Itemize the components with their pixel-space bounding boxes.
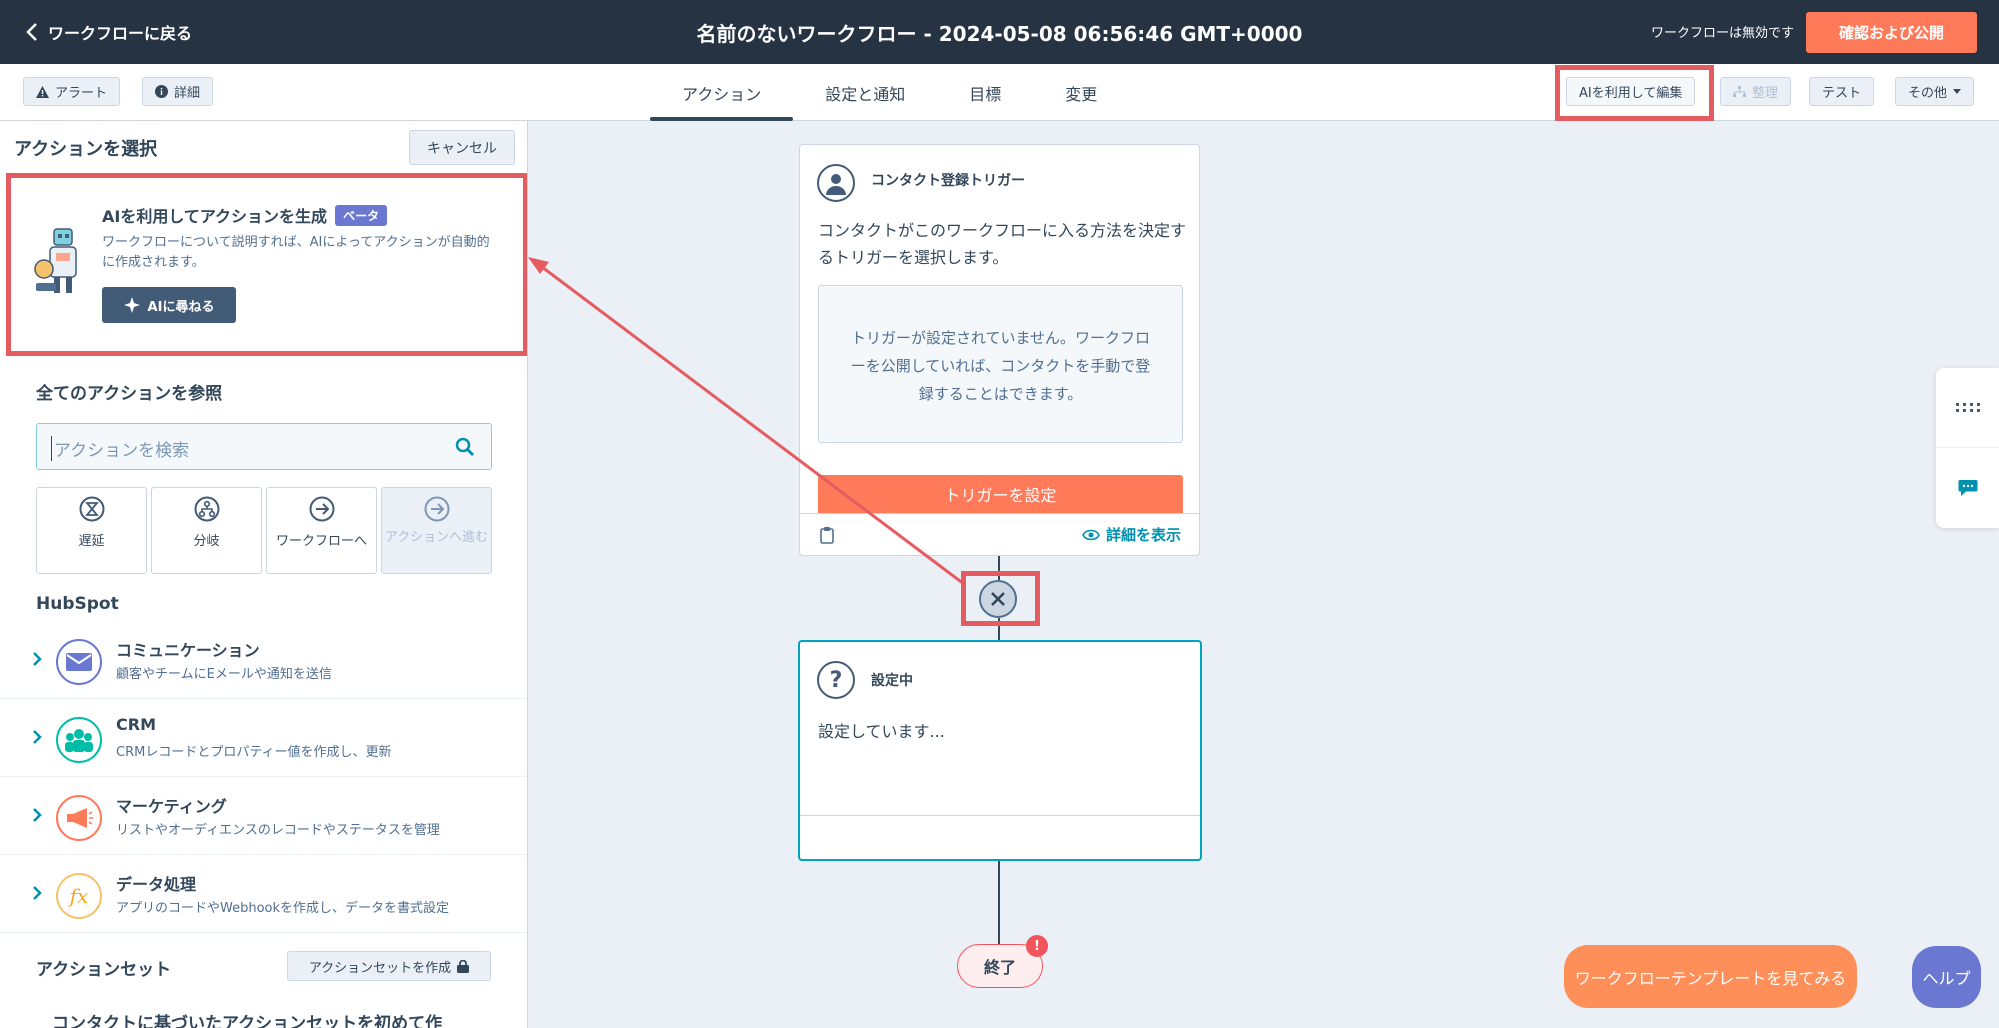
error-badge: ! [1026,935,1048,957]
chevron-right-icon [33,730,42,744]
envelope-icon [56,639,102,685]
main-tabs: アクション 設定と通知 目標 変更 [650,64,1129,121]
search-placeholder: アクションを検索 [51,436,189,461]
action-tiles: 遅延 分岐 ワークフローへ アクションへ進む [36,487,492,574]
category-name: コミュニケーション [116,641,260,660]
category-marketing[interactable]: マーケティング リストやオーディエンスのレコードやステータスを管理 [0,779,527,855]
test-button[interactable]: テスト [1809,77,1875,106]
category-communication[interactable]: コミュニケーション 顧客やチームにEメールや通知を送信 [0,623,527,699]
category-name: データ処理 [116,875,197,894]
top-bar: ワークフローに戻る 名前のないワークフロー - 2024-05-08 06:56… [0,0,1999,64]
connector-line [998,860,1000,944]
browse-heading: 全てのアクションを参照 [36,384,223,404]
chevron-right-icon [33,652,42,666]
chevron-right-icon [33,808,42,822]
tab-goals[interactable]: 目標 [937,64,1033,121]
eye-icon [1082,529,1100,540]
workflow-status: ワークフローは無効です [1650,26,1794,41]
function-icon: fx [56,873,102,919]
tile-branch[interactable]: 分岐 [151,487,262,574]
details-button[interactable]: 詳細 [142,77,214,106]
actionset-description: コンタクトに基づいたアクションセットを初めて作 [52,1014,443,1028]
arrow-right-circle-icon [309,496,334,522]
review-and-publish-button[interactable]: 確認および公開 [1806,12,1977,53]
tile-go-to-workflow[interactable]: ワークフローへ [266,487,377,574]
tile-delay[interactable]: 遅延 [36,487,147,574]
category-description: CRMレコードとプロパティー値を作成し、更新 [116,745,392,760]
pending-title: 設定中 [871,673,913,689]
set-trigger-button[interactable]: トリガーを設定 [818,475,1183,513]
category-description: 顧客やチームにEメールや通知を送信 [116,667,332,682]
tab-changes[interactable]: 変更 [1033,64,1129,121]
tab-label: アクション [682,84,762,104]
lock-icon [457,959,470,973]
tab-actions[interactable]: アクション [650,64,794,121]
tab-label: 目標 [969,84,1002,104]
pending-body: 設定しています... [818,722,945,741]
category-crm[interactable]: CRM CRMレコードとプロパティー値を作成し、更新 [0,701,527,777]
tile-label: 分岐 [193,534,220,549]
apps-grid-icon[interactable] [1936,368,1999,448]
side-dock [1936,368,1999,528]
megaphone-icon [56,795,102,841]
action-search-input[interactable]: アクションを検索 [36,423,492,470]
category-description: リストやオーディエンスのレコードやステータスを管理 [116,823,440,838]
tab-label: 変更 [1065,84,1098,104]
action-panel: アクションを選択 キャンセル AIを利用してアクションを生成 ベータ ワークフロ… [0,121,528,1028]
warning-icon [36,85,49,98]
view-templates-button[interactable]: ワークフローテンプレートを見てみる [1564,945,1857,1008]
chat-icon[interactable] [1936,448,1999,528]
search-icon[interactable] [455,437,475,457]
trigger-empty-message: トリガーが設定されていません。ワークフローを公開していれば、コンタクトを手動で登… [818,285,1183,443]
tile-go-to-action: アクションへ進む [381,487,492,574]
category-description: アプリのコードやWebhookを作成し、データを書式設定 [116,901,450,916]
more-label: その他 [1908,86,1948,101]
view-details-label: 詳細を表示 [1105,526,1181,544]
chevron-right-icon [33,886,42,900]
highlight-ai-card [6,173,527,356]
arrow-right-circle-icon [424,496,449,522]
category-name: CRM [116,715,156,734]
cancel-button[interactable]: キャンセル [409,130,515,165]
info-icon [155,85,168,98]
view-details-link[interactable]: 詳細を表示 [1082,524,1181,545]
highlight-edit-with-ai [1555,65,1714,121]
tile-label: 遅延 [78,534,105,549]
caret-down-icon [1953,89,1962,94]
trigger-card-footer: 詳細を表示 [800,513,1199,555]
create-actionset-button[interactable]: アクションセットを作成 [287,951,491,981]
category-data-ops[interactable]: fx データ処理 アプリのコードやWebhookを作成し、データを書式設定 [0,857,527,933]
tab-settings[interactable]: 設定と通知 [793,64,937,121]
tree-icon [1733,85,1746,97]
pending-action-card[interactable]: ? 設定中 設定しています... [798,640,1202,861]
help-button[interactable]: ヘルプ [1912,946,1981,1008]
highlight-delete-button [961,571,1040,626]
more-dropdown[interactable]: その他 [1895,77,1975,106]
category-name: マーケティング [116,797,227,816]
organize-button[interactable]: 整理 [1720,77,1792,106]
trigger-title: コンタクト登録トリガー [871,173,1025,189]
contact-icon [817,164,855,202]
clipboard-icon[interactable] [820,526,834,544]
details-label: 詳細 [174,86,201,101]
branch-icon [194,496,219,522]
hubspot-heading: HubSpot [36,594,119,614]
tab-label: 設定と通知 [825,84,906,104]
tile-label: ワークフローへ [275,534,367,549]
people-icon [56,717,102,763]
actionset-heading: アクションセット [36,960,172,980]
pending-card-footer [800,815,1200,859]
trigger-card[interactable]: コンタクト登録トリガー コンタクトがこのワークフローに入る方法を決定するトリガー… [799,144,1200,556]
hourglass-icon [79,496,104,522]
tile-label: アクションへ進む [384,530,489,545]
trigger-description: コンタクトがこのワークフローに入る方法を決定するトリガーを選択します。 [818,221,1187,267]
alert-button[interactable]: アラート [23,77,121,106]
organize-label: 整理 [1752,86,1779,101]
actionset-button-label: アクションセットを作成 [308,960,452,976]
alert-label: アラート [55,86,108,101]
question-icon: ? [817,661,855,699]
panel-title: アクションを選択 [14,139,158,160]
